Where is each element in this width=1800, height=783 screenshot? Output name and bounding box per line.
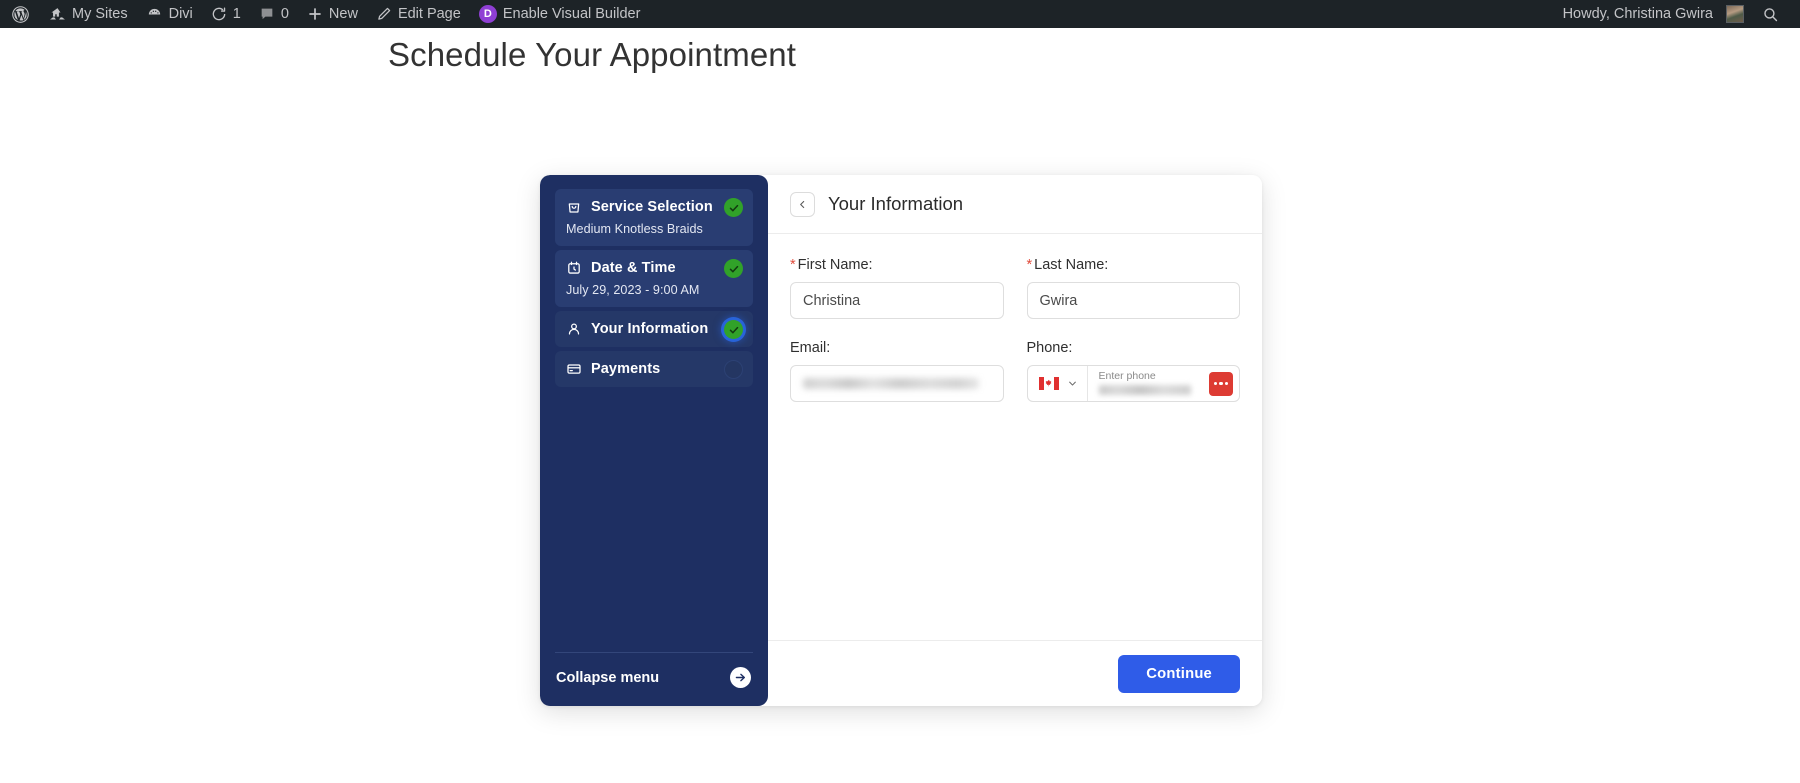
phone-input-group: Enter phone bbox=[1026, 365, 1240, 402]
first-name-label: * First Name: bbox=[790, 257, 1004, 273]
step-head: Date & Time bbox=[565, 259, 743, 276]
calendar-clock-icon bbox=[565, 259, 582, 276]
collapse-menu-label: Collapse menu bbox=[556, 669, 660, 686]
status-badge-pending bbox=[724, 360, 743, 379]
phone-label: Phone: bbox=[1026, 340, 1073, 356]
admin-bar-item-divi[interactable]: Divi bbox=[137, 0, 202, 28]
service-bag-icon bbox=[565, 198, 582, 215]
field-email: Email: bbox=[790, 340, 1004, 402]
status-badge-done bbox=[724, 259, 743, 278]
person-icon bbox=[565, 320, 582, 337]
sites-icon bbox=[49, 6, 66, 23]
field-phone: Phone: Enter phone bbox=[1026, 340, 1240, 402]
canada-flag-icon bbox=[1038, 377, 1059, 390]
sidebar-step-your-information[interactable]: Your Information bbox=[555, 311, 753, 347]
updates-count: 1 bbox=[232, 6, 241, 22]
panel-header: Your Information bbox=[768, 175, 1262, 234]
sidebar-step-service-selection[interactable]: Service Selection Medium Knotless Braids bbox=[555, 189, 753, 246]
admin-bar-item-updates[interactable]: 1 bbox=[202, 0, 250, 28]
booking-widget: Service Selection Medium Knotless Braids bbox=[540, 175, 1262, 706]
step-title: Your Information bbox=[591, 320, 709, 337]
chevron-left-icon bbox=[797, 199, 808, 210]
admin-bar-my-account[interactable]: Howdy, Christina Gwira bbox=[1554, 0, 1753, 28]
email-label: Email: bbox=[790, 340, 831, 356]
divider bbox=[555, 652, 753, 653]
step-subtitle: July 29, 2023 - 9:00 AM bbox=[566, 283, 700, 297]
continue-button[interactable]: Continue bbox=[1118, 654, 1240, 693]
collapse-menu-button[interactable]: Collapse menu bbox=[555, 667, 753, 688]
search-icon bbox=[1762, 6, 1779, 23]
wordpress-logo-icon bbox=[11, 5, 30, 24]
booking-main-panel: Your Information *First Name: *Last Name… bbox=[768, 175, 1262, 706]
admin-bar-item-my-sites[interactable]: My Sites bbox=[40, 0, 137, 28]
step-title: Service Selection bbox=[591, 198, 713, 215]
more-options-icon[interactable] bbox=[1209, 371, 1233, 396]
last-name-input[interactable] bbox=[1026, 282, 1240, 319]
step-title: Payments bbox=[591, 360, 661, 377]
collapse-menu-section: Collapse menu bbox=[540, 652, 768, 706]
credit-card-icon bbox=[565, 360, 582, 377]
updates-icon bbox=[211, 6, 227, 22]
field-first-name: * First Name: bbox=[790, 257, 1004, 319]
admin-bar-search[interactable] bbox=[1753, 0, 1788, 28]
comments-icon bbox=[259, 6, 275, 22]
phone-float-label: Enter phone bbox=[1098, 370, 1156, 382]
first-name-label-text: First Name: bbox=[797, 257, 873, 273]
email-input-wrap bbox=[790, 365, 1004, 402]
admin-bar-item-enable-visual-builder[interactable]: D Enable Visual Builder bbox=[470, 0, 650, 28]
last-name-label-text: Last Name: bbox=[1034, 257, 1109, 273]
status-badge-done bbox=[724, 198, 743, 217]
status-badge-active bbox=[724, 320, 743, 339]
first-name-input[interactable] bbox=[790, 282, 1004, 319]
last-name-label: * Last Name: bbox=[1027, 257, 1241, 273]
sidebar-step-date-time[interactable]: Date & Time July 29, 2023 - 9:00 AM bbox=[555, 250, 753, 307]
step-head: Your Information bbox=[565, 320, 743, 337]
step-subtitle: Medium Knotless Braids bbox=[566, 222, 703, 236]
admin-bar-item-comments[interactable]: 0 bbox=[250, 0, 298, 28]
divi-icon bbox=[146, 6, 163, 23]
back-button[interactable] bbox=[790, 191, 815, 217]
admin-bar-label: Edit Page bbox=[397, 6, 461, 22]
admin-bar-label: Enable Visual Builder bbox=[502, 6, 641, 22]
admin-bar-item-edit-page[interactable]: Edit Page bbox=[367, 0, 470, 28]
panel-title: Your Information bbox=[828, 193, 964, 214]
howdy-label: Howdy, Christina Gwira bbox=[1562, 6, 1713, 22]
step-head: Payments bbox=[565, 360, 743, 377]
admin-bar-item-new[interactable]: New bbox=[298, 0, 367, 28]
step-title: Date & Time bbox=[591, 259, 676, 276]
panel-footer: Continue bbox=[768, 640, 1262, 706]
chevron-down-icon bbox=[1067, 378, 1078, 389]
booking-steps-list: Service Selection Medium Knotless Braids bbox=[540, 175, 768, 391]
form-row-names: *First Name: *Last Name: bbox=[790, 257, 1240, 319]
step-head: Service Selection bbox=[565, 198, 743, 215]
plus-icon bbox=[307, 6, 323, 22]
admin-bar-left-group: My Sites Divi 1 0 New Edit Page D Enable… bbox=[0, 0, 649, 28]
comments-count: 0 bbox=[280, 6, 289, 22]
admin-bar-label: Divi bbox=[168, 6, 193, 22]
admin-bar-right-group: Howdy, Christina Gwira bbox=[1554, 0, 1800, 28]
wp-admin-bar: My Sites Divi 1 0 New Edit Page D Enable… bbox=[0, 0, 1800, 28]
avatar bbox=[1726, 5, 1744, 23]
phone-number-field[interactable]: Enter phone bbox=[1088, 366, 1240, 401]
page-title: Schedule Your Appointment bbox=[388, 36, 796, 73]
information-form: *First Name: *Last Name: Email: bbox=[768, 234, 1262, 640]
wordpress-logo-menu[interactable] bbox=[0, 0, 40, 28]
admin-bar-label: New bbox=[328, 6, 358, 22]
field-last-name: * Last Name: bbox=[1026, 257, 1241, 319]
sidebar-step-payments[interactable]: Payments bbox=[555, 351, 753, 387]
divi-d-badge-icon: D bbox=[478, 5, 497, 23]
country-selector[interactable] bbox=[1028, 366, 1088, 401]
pencil-icon bbox=[376, 6, 392, 22]
email-input[interactable] bbox=[790, 365, 1004, 402]
required-mark: * bbox=[1026, 257, 1033, 273]
form-row-contact: Email: Phone: Enter phone bbox=[790, 340, 1240, 402]
admin-bar-label: My Sites bbox=[72, 6, 128, 22]
booking-steps-sidebar: Service Selection Medium Knotless Braids bbox=[540, 175, 768, 706]
redacted-phone-value bbox=[1098, 385, 1191, 395]
required-mark: * bbox=[790, 257, 796, 273]
arrow-right-circle-icon bbox=[730, 667, 751, 688]
